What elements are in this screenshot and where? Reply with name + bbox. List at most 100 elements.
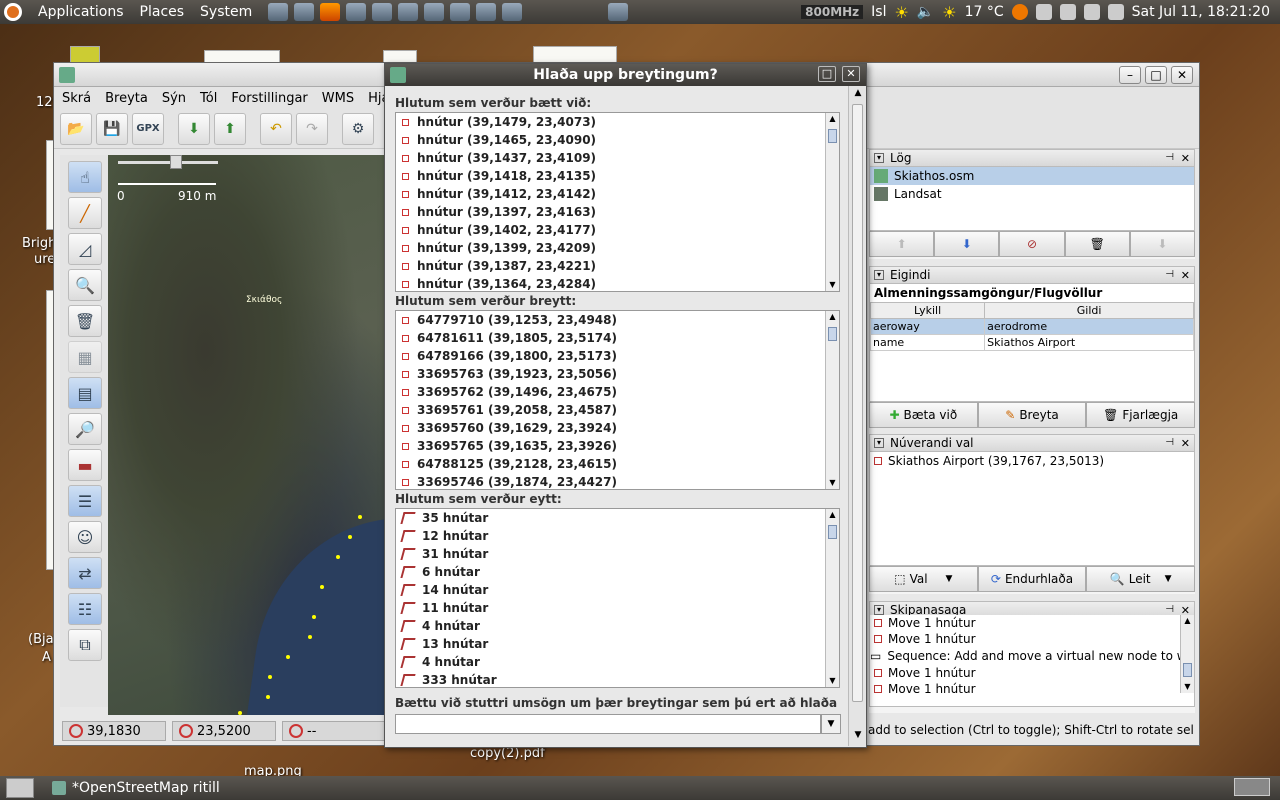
added-item[interactable]: hnútur (39,1412, 23,4142) [396,185,839,203]
collapse-icon[interactable]: ▾ [874,438,884,448]
dialog-titlebar[interactable]: Hlaða upp breytingum? □ ✕ [385,64,866,86]
layer-up-button[interactable]: ⬆ [869,231,935,257]
measure-mode-button[interactable]: ◿ [68,233,102,265]
open-button[interactable]: 📂 [60,112,92,145]
maximize-button[interactable]: □ [1145,66,1167,84]
menu-tools[interactable]: Tól [200,91,217,106]
download-button[interactable]: ⬇ [178,112,210,145]
modified-item[interactable]: 33695746 (39,1874, 23,4427) [396,473,839,489]
menu-edit[interactable]: Breyta [105,91,148,106]
comment-history-dropdown[interactable]: ▼ [821,714,841,734]
dialog-maximize-button[interactable]: □ [818,66,836,82]
layer-row[interactable]: Landsat [870,185,1194,203]
network-launcher-icon[interactable] [372,3,393,21]
collapse-icon[interactable]: ▾ [874,605,884,615]
preset-label[interactable]: Almenningssamgöngur/Flugvöllur [870,284,1194,302]
update-icon[interactable] [1011,4,1028,20]
reload-button[interactable]: ⟳ Endurhlaða [977,566,1087,592]
coast-node[interactable] [348,535,352,539]
brightness-icon[interactable]: ☀ [894,3,908,22]
conflict-toggle[interactable]: ⇄ [68,557,102,589]
layer-visibility-button[interactable]: ⊘ [999,231,1065,257]
added-item[interactable]: hnútur (39,1465, 23,4090) [396,131,839,149]
added-item[interactable]: hnútur (39,1479, 23,4073) [396,113,839,131]
lock-icon[interactable] [1035,4,1052,20]
close-panel-icon[interactable]: ✕ [1181,437,1190,450]
history-item[interactable]: Move 1 hnútur [870,681,1194,697]
pin-icon[interactable]: ⊣ [1165,437,1174,448]
firefox-launcher-icon[interactable] [320,3,341,21]
applications-menu[interactable]: Applications [38,4,124,20]
draw-mode-button[interactable]: ╱ [68,197,102,229]
preferences-button[interactable]: ⚙ [342,112,374,145]
app-launcher-icon[interactable] [346,3,367,21]
deleted-list-scrollbar[interactable]: ▲ ▼ [825,509,839,687]
added-item[interactable]: hnútur (39,1399, 23,4209) [396,239,839,257]
added-item[interactable]: hnútur (39,1397, 23,4163) [396,203,839,221]
collapse-icon[interactable]: ▾ [874,153,884,163]
properties-toggle[interactable]: 🔎 [68,413,102,445]
coast-node[interactable] [266,695,270,699]
wifi-icon[interactable] [1083,4,1100,20]
selection-panel-header[interactable]: ▾ Núverandi val ⊣ ✕ [869,434,1195,452]
modified-item[interactable]: 64781611 (39,1805, 23,5174) [396,329,839,347]
desktop-label-brigh[interactable]: Brigh [22,236,56,251]
deleted-item[interactable]: 333 hnútar [396,671,839,687]
deleted-item[interactable]: 13 hnútar [396,635,839,653]
computer-launcher-icon[interactable] [450,3,471,21]
pin-icon[interactable]: ⊣ [1165,604,1174,615]
search-button[interactable]: 🔍 Leit ▼ [1086,566,1196,592]
deleted-list[interactable]: 35 hnútar 12 hnútar 31 hnútar 6 hnútar 14 hn… [395,508,840,688]
system-menu[interactable]: System [200,4,252,20]
deleted-item[interactable]: 14 hnútar [396,581,839,599]
properties-panel-header[interactable]: ▾ Eigindi ⊣ ✕ [869,266,1195,284]
property-row[interactable]: aeroway aerodrome [869,318,1194,335]
value-column-header[interactable]: Gildi [984,302,1194,319]
network2-launcher-icon[interactable] [424,3,445,21]
desktop-label-12[interactable]: 12 [36,95,53,110]
zoom-slider[interactable] [118,155,218,169]
pin-icon[interactable]: ⊣ [1165,152,1174,163]
history-toggle[interactable]: ⧉ [68,629,102,661]
dialog-scrollbar[interactable]: ▲ ▼ [848,86,866,746]
added-list-scrollbar[interactable]: ▲ ▼ [825,113,839,291]
coast-node[interactable] [312,615,316,619]
modified-item[interactable]: 33695761 (39,2058, 23,4587) [396,401,839,419]
terminal-launcher-icon[interactable] [268,3,289,21]
layer-delete-button[interactable]: 🗑 [1064,231,1130,257]
modified-list[interactable]: 64779710 (39,1253, 23,4948) 64781611 (39,… [395,310,840,490]
zoom-mode-button[interactable]: 🔍 [68,269,102,301]
history-scrollbar[interactable]: ▲ ▼ [1180,615,1194,693]
keyboard-layout[interactable]: Isl [871,4,886,20]
modified-item[interactable]: 64779710 (39,1253, 23,4948) [396,311,839,329]
layer-list-toggle[interactable]: ▤ [68,377,102,409]
modified-item[interactable]: 33695765 (39,1635, 23,3926) [396,437,839,455]
menu-view[interactable]: Sýn [162,91,186,106]
coast-node[interactable] [238,711,242,715]
modified-item[interactable]: 33695763 (39,1923, 23,5056) [396,365,839,383]
scroll-up-icon[interactable]: ▲ [851,88,865,102]
coast-node[interactable] [286,655,290,659]
layer-row[interactable]: Skiathos.osm [870,167,1194,185]
tools-launcher-icon[interactable] [502,3,523,21]
coast-node[interactable] [358,515,362,519]
added-item[interactable]: hnútur (39,1387, 23,4221) [396,257,839,275]
menu-wms[interactable]: WMS [322,91,354,106]
minimize-button[interactable]: – [1119,66,1141,84]
added-list[interactable]: hnútur (39,1479, 23,4073) hnútur (39,1465… [395,112,840,292]
modified-item[interactable]: 64788125 (39,2128, 23,4615) [396,455,839,473]
mail-icon[interactable] [1107,4,1124,20]
key-column-header[interactable]: Lykill [869,302,986,319]
modified-list-scrollbar[interactable]: ▲ ▼ [825,311,839,489]
coast-node[interactable] [268,675,272,679]
deleted-item[interactable]: 4 hnútar [396,617,839,635]
clock[interactable]: Sat Jul 11, 18:21:20 [1132,4,1270,20]
close-panel-icon[interactable]: ✕ [1181,152,1190,165]
network-icon[interactable] [1059,4,1076,20]
taskbar-item-josm[interactable]: *OpenStreetMap ritill [46,777,466,799]
layer-down-button[interactable]: ⬇ [934,231,1000,257]
save-gpx-button[interactable]: GPX [132,112,164,145]
show-desktop-button[interactable] [6,778,34,798]
scroll-down-icon[interactable]: ▼ [851,730,865,744]
added-item[interactable]: hnútur (39,1437, 23,4109) [396,149,839,167]
